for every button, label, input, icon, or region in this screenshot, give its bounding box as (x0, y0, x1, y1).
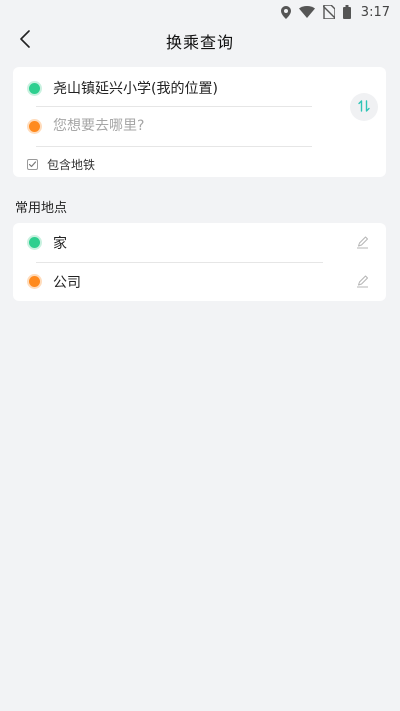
swap-vertical-icon (357, 98, 371, 117)
favorites-card: 家 公司 (13, 223, 386, 301)
favorite-label: 家 (53, 235, 67, 252)
start-dot-icon (29, 82, 40, 94)
include-subway-toggle[interactable]: 包含地铁 (27, 155, 95, 173)
edit-company-button[interactable] (355, 274, 369, 288)
end-dot-icon (29, 120, 40, 132)
include-subway-checkbox[interactable] (27, 158, 38, 170)
title-bar: 换乘查询 (0, 24, 400, 58)
section-title: 常用地点 (15, 201, 68, 216)
wifi-icon (298, 6, 315, 18)
chevron-left-icon (19, 30, 31, 52)
favorite-item-home[interactable]: 家 (13, 223, 386, 262)
swap-button[interactable] (350, 93, 378, 121)
route-card: 尧山镇延兴小学(我的位置) 包含地铁 (13, 67, 386, 177)
start-location-row[interactable]: 尧山镇延兴小学(我的位置) (13, 69, 343, 107)
pencil-icon (356, 275, 368, 287)
destination-row[interactable] (13, 107, 343, 145)
favorite-label: 公司 (53, 274, 81, 291)
check-icon (28, 160, 37, 167)
destination-input[interactable] (53, 118, 303, 134)
battery-icon (342, 5, 351, 19)
status-bar: 3:17 (0, 0, 400, 24)
divider (36, 146, 312, 147)
start-location-text: 尧山镇延兴小学(我的位置) (53, 81, 218, 97)
status-time: 3:17 (360, 4, 390, 20)
end-dot-icon (29, 276, 40, 287)
start-dot-icon (29, 237, 40, 248)
no-sim-icon (322, 5, 335, 19)
edit-home-button[interactable] (355, 235, 369, 249)
favorite-item-company[interactable]: 公司 (13, 262, 386, 301)
page-title: 换乘查询 (165, 33, 234, 52)
location-icon (280, 5, 291, 19)
back-button[interactable] (12, 28, 38, 54)
include-subway-label: 包含地铁 (47, 157, 96, 172)
pencil-icon (356, 236, 368, 248)
